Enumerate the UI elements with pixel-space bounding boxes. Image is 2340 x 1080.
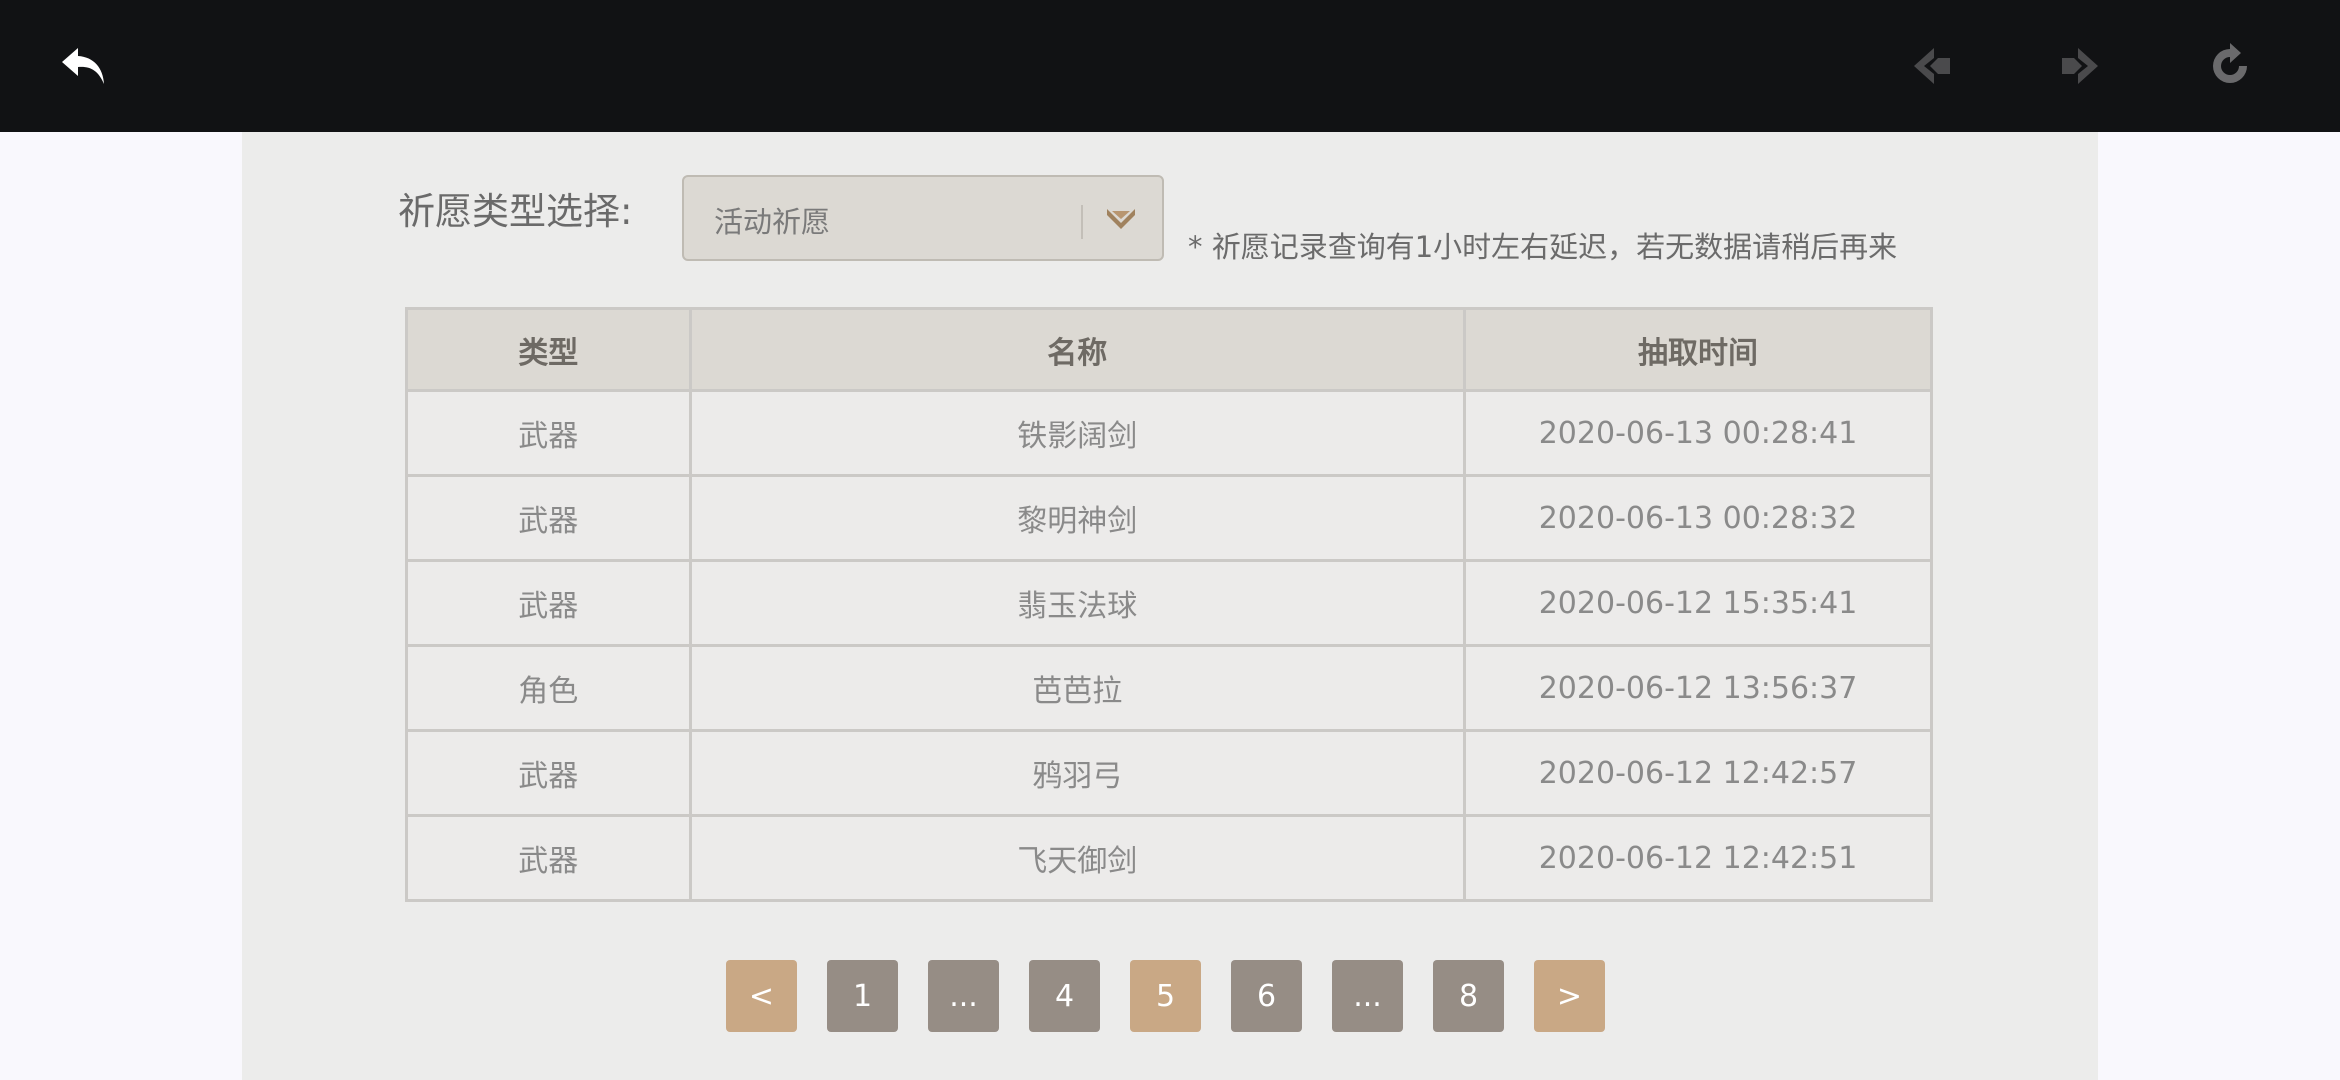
- cell-time: 2020-06-12 12:42:51: [1463, 814, 1933, 902]
- table-row: 角色 芭芭拉 2020-06-12 13:56:37: [405, 644, 1933, 732]
- header-time: 抽取时间: [1463, 307, 1933, 392]
- page-button-5-current[interactable]: 5: [1130, 960, 1201, 1032]
- page-button-6[interactable]: 6: [1231, 960, 1302, 1032]
- top-toolbar: [0, 0, 2340, 132]
- chevron-left-icon: <: [748, 978, 775, 1014]
- table-row: 武器 鸦羽弓 2020-06-12 12:42:57: [405, 729, 1933, 817]
- prev-page-button[interactable]: <: [726, 960, 797, 1032]
- cell-type: 角色: [405, 644, 692, 732]
- wish-record-table: 类型 名称 抽取时间 武器 铁影阔剑 2020-06-13 00:28:41 武…: [405, 307, 1933, 902]
- cell-type: 武器: [405, 729, 692, 817]
- cell-name: 翡玉法球: [688, 559, 1467, 647]
- cell-type: 武器: [405, 559, 692, 647]
- table-row: 武器 飞天御剑 2020-06-12 12:42:51: [405, 814, 1933, 902]
- page-button-4[interactable]: 4: [1029, 960, 1100, 1032]
- page-ellipsis-button[interactable]: ...: [928, 960, 999, 1032]
- cell-name: 飞天御剑: [688, 814, 1467, 902]
- filter-label: 祈愿类型选择:: [398, 190, 633, 233]
- nav-back-icon[interactable]: [1900, 34, 1964, 98]
- table-header-row: 类型 名称 抽取时间: [405, 307, 1933, 392]
- pagination: < 1 ... 4 5 6 ... 8 >: [726, 960, 1605, 1032]
- page-button-8[interactable]: 8: [1433, 960, 1504, 1032]
- delay-note: * 祈愿记录查询有1小时左右延迟，若无数据请稍后再来: [1188, 230, 1898, 264]
- reload-icon[interactable]: [2198, 34, 2262, 98]
- header-type: 类型: [405, 307, 692, 392]
- cell-type: 武器: [405, 389, 692, 477]
- chevron-down-icon[interactable]: [1104, 205, 1138, 233]
- table-row: 武器 铁影阔剑 2020-06-13 00:28:41: [405, 389, 1933, 477]
- wish-history-panel: 祈愿类型选择: 活动祈愿 * 祈愿记录查询有1小时左右延迟，若无数据请稍后再来 …: [242, 132, 2098, 1080]
- cell-time: 2020-06-12 15:35:41: [1463, 559, 1933, 647]
- wish-type-select[interactable]: 活动祈愿: [682, 175, 1164, 261]
- cell-type: 武器: [405, 474, 692, 562]
- cell-name: 黎明神剑: [688, 474, 1467, 562]
- cell-time: 2020-06-12 12:42:57: [1463, 729, 1933, 817]
- table-row: 武器 翡玉法球 2020-06-12 15:35:41: [405, 559, 1933, 647]
- page-ellipsis-button[interactable]: ...: [1332, 960, 1403, 1032]
- cell-name: 铁影阔剑: [688, 389, 1467, 477]
- cell-time: 2020-06-12 13:56:37: [1463, 644, 1933, 732]
- select-divider: [1081, 205, 1083, 239]
- cell-name: 鸦羽弓: [688, 729, 1467, 817]
- cell-time: 2020-06-13 00:28:41: [1463, 389, 1933, 477]
- table-row: 武器 黎明神剑 2020-06-13 00:28:32: [405, 474, 1933, 562]
- cell-name: 芭芭拉: [688, 644, 1467, 732]
- chevron-right-icon: >: [1556, 978, 1583, 1014]
- header-name: 名称: [688, 307, 1467, 392]
- cell-time: 2020-06-13 00:28:32: [1463, 474, 1933, 562]
- page-button-1[interactable]: 1: [827, 960, 898, 1032]
- cell-type: 武器: [405, 814, 692, 902]
- wish-type-selected-value: 活动祈愿: [714, 205, 831, 239]
- next-page-button[interactable]: >: [1534, 960, 1605, 1032]
- nav-forward-icon[interactable]: [2048, 34, 2112, 98]
- back-arrow-icon[interactable]: [52, 34, 116, 98]
